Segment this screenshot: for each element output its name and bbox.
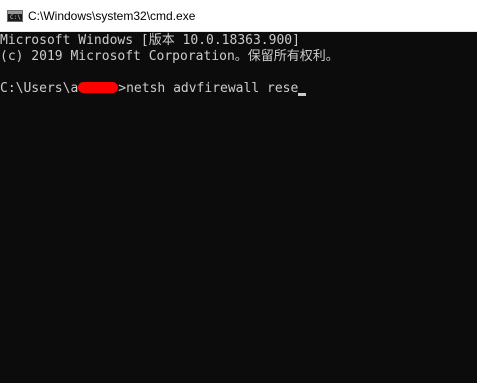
- command-line[interactable]: C:\Users\a >netsh advfirewall rese: [0, 81, 307, 97]
- version-line: Microsoft Windows [版本 10.0.18363.900]: [0, 33, 300, 48]
- console-output[interactable]: Microsoft Windows [版本 10.0.18363.900] (c…: [0, 32, 477, 383]
- redacted-username: [78, 82, 119, 93]
- prompt-symbol: >: [118, 81, 127, 96]
- window-title: C:\Windows\system32\cmd.exe: [28, 9, 196, 23]
- copyright-line: (c) 2019 Microsoft Corporation。保留所有权利。: [0, 49, 339, 64]
- title-bar[interactable]: C:\ C:\Windows\system32\cmd.exe: [0, 0, 477, 32]
- cmd-window: C:\ C:\Windows\system32\cmd.exe Microsof…: [0, 0, 477, 383]
- typed-command: netsh advfirewall rese: [126, 81, 299, 96]
- cmd-icon-prompt: C:\: [10, 14, 21, 21]
- cmd-icon[interactable]: C:\: [7, 10, 23, 22]
- text-cursor: [298, 93, 307, 96]
- prompt-path: C:\Users\a: [0, 81, 79, 96]
